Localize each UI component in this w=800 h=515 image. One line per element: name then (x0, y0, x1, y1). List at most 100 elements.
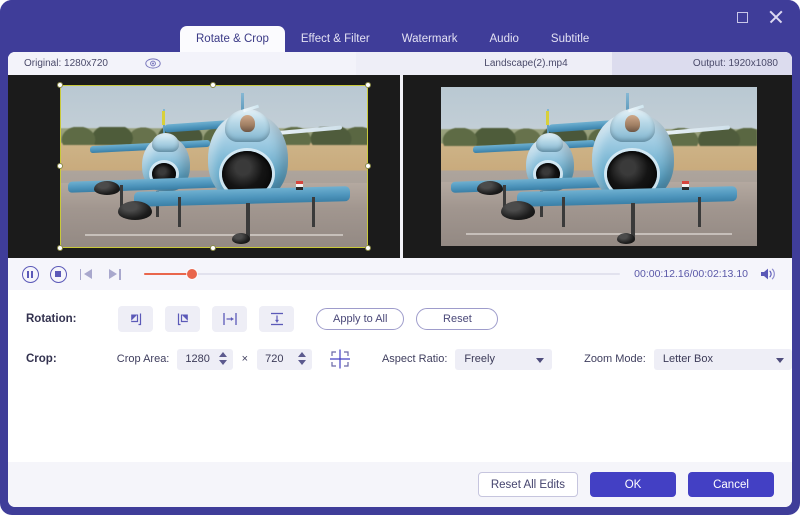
output-preview-pane[interactable] (400, 75, 792, 258)
ok-button[interactable]: OK (590, 472, 676, 497)
crop-row: Crop: Crop Area: 1280 × 720 (8, 344, 792, 374)
reset-rotation-button[interactable]: Reset (416, 308, 498, 330)
crop-height-stepper[interactable]: 720 (257, 349, 312, 370)
zoom-mode-label: Zoom Mode: (584, 353, 646, 365)
close-button[interactable] (766, 7, 786, 27)
tab-label: Audio (490, 33, 519, 45)
eye-icon (145, 58, 161, 69)
tab-watermark[interactable]: Watermark (386, 26, 474, 52)
reset-all-edits-button[interactable]: Reset All Edits (478, 472, 578, 497)
rotate-right-icon (175, 311, 191, 327)
original-info: Original: 1280x720 (8, 52, 356, 75)
dialog-footer: Reset All Edits OK Cancel (8, 462, 792, 507)
crop-label: Crop: (8, 353, 117, 365)
slider-track (144, 273, 620, 275)
preview-toggle-button[interactable] (144, 57, 162, 71)
crop-handle-bottom-left[interactable] (57, 245, 63, 251)
previous-frame-button[interactable] (76, 264, 96, 284)
reset-all-edits-label: Reset All Edits (491, 479, 565, 491)
original-resolution-label: Original: 1280x720 (24, 58, 108, 69)
crop-center-button[interactable] (326, 347, 354, 371)
crop-width-decrement[interactable] (219, 360, 227, 365)
apply-to-all-label: Apply to All (333, 313, 387, 325)
crop-handle-bottom-center[interactable] (210, 245, 216, 251)
cancel-label: Cancel (713, 479, 749, 491)
flip-vertical-button[interactable] (259, 306, 294, 332)
window-controls (732, 7, 786, 27)
video-editor-window: Rotate & Crop Effect & Filter Watermark … (0, 0, 800, 515)
output-video-frame (441, 87, 757, 246)
next-frame-icon (108, 269, 121, 280)
crop-handle-top-right[interactable] (365, 82, 371, 88)
title-bar: Rotate & Crop Effect & Filter Watermark … (0, 0, 800, 52)
crop-handle-middle-right[interactable] (365, 163, 371, 169)
playback-progress-slider[interactable] (144, 267, 620, 281)
crop-handle-top-center[interactable] (210, 82, 216, 88)
crop-width-value: 1280 (185, 353, 209, 365)
volume-button[interactable] (756, 264, 780, 284)
flip-vertical-icon (269, 311, 285, 327)
crop-height-arrows (298, 352, 306, 365)
chevron-down-icon (776, 358, 784, 363)
tab-label: Rotate & Crop (196, 33, 269, 45)
chevron-down-icon (536, 358, 544, 363)
tab-bar: Rotate & Crop Effect & Filter Watermark … (180, 26, 605, 52)
crop-handle-top-left[interactable] (57, 82, 63, 88)
crop-height-increment[interactable] (298, 352, 306, 357)
controls-area: Rotation: (8, 290, 792, 462)
output-resolution-label: Output: 1920x1080 (693, 58, 778, 69)
aspect-ratio-label: Aspect Ratio: (382, 353, 447, 365)
rotation-row: Rotation: (8, 304, 792, 334)
rotate-left-icon (128, 311, 144, 327)
maximize-button[interactable] (732, 7, 752, 27)
crop-handle-bottom-right[interactable] (365, 245, 371, 251)
crop-height-decrement[interactable] (298, 360, 306, 365)
rotate-right-button[interactable] (165, 306, 200, 332)
pause-button[interactable] (20, 264, 40, 284)
tab-audio[interactable]: Audio (474, 26, 535, 52)
aspect-ratio-select[interactable]: Freely (455, 349, 552, 370)
dimension-separator: × (242, 353, 248, 365)
zoom-mode-value: Letter Box (663, 353, 713, 365)
aspect-ratio-value: Freely (464, 353, 495, 365)
flip-horizontal-button[interactable] (212, 306, 247, 332)
tab-effect-filter[interactable]: Effect & Filter (285, 26, 386, 52)
reset-label: Reset (443, 313, 472, 325)
ok-label: OK (625, 479, 642, 491)
slider-fill (144, 273, 192, 275)
previous-frame-icon (80, 269, 93, 280)
crop-center-icon (328, 348, 352, 370)
time-display: 00:00:12.16/00:02:13.10 (634, 268, 748, 280)
stop-icon (55, 271, 61, 277)
crop-width-stepper[interactable]: 1280 (177, 349, 232, 370)
tab-label: Subtitle (551, 33, 589, 45)
slider-knob[interactable] (187, 269, 197, 279)
cancel-button[interactable]: Cancel (688, 472, 774, 497)
apply-to-all-button[interactable]: Apply to All (316, 308, 404, 330)
stop-button[interactable] (48, 264, 68, 284)
filename-label: Landscape(2).mp4 (484, 58, 567, 69)
maximize-icon (737, 12, 748, 23)
rotate-left-button[interactable] (118, 306, 153, 332)
rotation-label: Rotation: (8, 313, 118, 325)
flip-horizontal-icon (222, 311, 238, 327)
pause-icon (27, 271, 33, 278)
info-bar: Original: 1280x720 Landscape(2).mp4 Outp… (8, 52, 792, 75)
tab-label: Watermark (402, 33, 458, 45)
source-video-frame (60, 85, 368, 248)
tab-subtitle[interactable]: Subtitle (535, 26, 605, 52)
volume-icon (760, 267, 777, 281)
output-info: Output: 1920x1080 (612, 52, 792, 75)
next-frame-button[interactable] (104, 264, 124, 284)
playback-bar: 00:00:12.16/00:02:13.10 (8, 258, 792, 290)
crop-width-increment[interactable] (219, 352, 227, 357)
tab-rotate-crop[interactable]: Rotate & Crop (180, 26, 285, 52)
close-icon (769, 10, 783, 24)
crop-handle-middle-left[interactable] (57, 163, 63, 169)
tab-label: Effect & Filter (301, 33, 370, 45)
zoom-mode-select[interactable]: Letter Box (654, 349, 792, 370)
editor-panel: Original: 1280x720 Landscape(2).mp4 Outp… (8, 52, 792, 507)
crop-width-arrows (219, 352, 227, 365)
crop-height-value: 720 (265, 353, 283, 365)
source-preview-pane[interactable] (8, 75, 400, 258)
